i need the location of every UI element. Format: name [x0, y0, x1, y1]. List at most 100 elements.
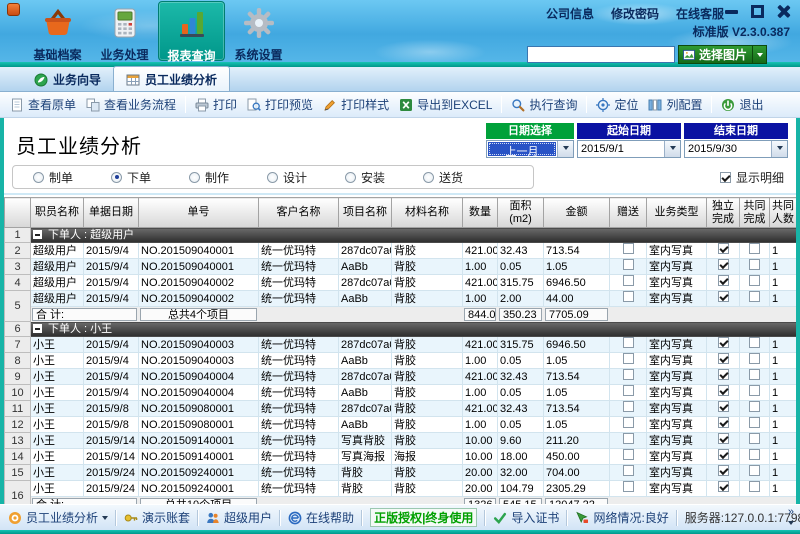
independent-cell[interactable]: [706, 448, 740, 465]
cell-qty[interactable]: 421.00: [462, 400, 498, 417]
cell-amount[interactable]: 704.00: [543, 464, 610, 481]
print-preview-button[interactable]: 打印预览: [242, 93, 318, 116]
joint-cell[interactable]: [739, 274, 770, 291]
cell-qty[interactable]: 1.00: [462, 258, 498, 275]
close-button[interactable]: [775, 4, 792, 19]
column-config-button[interactable]: 列配置: [643, 93, 707, 116]
print-button[interactable]: 打印: [190, 93, 242, 116]
cell-people[interactable]: 1: [769, 448, 796, 465]
cell-biztype[interactable]: 室内写真: [646, 480, 707, 497]
cell-qty[interactable]: 421.00: [462, 242, 498, 259]
gift-cell[interactable]: [609, 400, 647, 417]
independent-cell[interactable]: [706, 464, 740, 481]
cell-employee[interactable]: 小王: [30, 336, 84, 353]
nav-item-system[interactable]: 系统设置: [225, 1, 292, 62]
independent-cell[interactable]: [706, 400, 740, 417]
tab-wizard[interactable]: 业务向导: [22, 67, 113, 91]
gift-checkbox[interactable]: [622, 481, 634, 492]
independent-cell[interactable]: [706, 432, 740, 449]
independent-checkbox[interactable]: [717, 259, 729, 270]
col-header-people[interactable]: 共同人数: [769, 197, 796, 228]
cell-biztype[interactable]: 室内写真: [646, 258, 707, 275]
cell-people[interactable]: 1: [769, 290, 796, 307]
gift-checkbox[interactable]: [622, 353, 634, 364]
gift-cell[interactable]: [609, 352, 647, 369]
cell-customer[interactable]: 统一优玛特: [258, 368, 339, 385]
independent-checkbox[interactable]: [717, 243, 729, 254]
joint-checkbox[interactable]: [749, 417, 760, 428]
cell-amount[interactable]: 713.54: [543, 242, 610, 259]
joint-checkbox[interactable]: [749, 385, 760, 396]
cell-orderno[interactable]: NO.201509040003: [138, 336, 259, 353]
joint-cell[interactable]: [739, 464, 770, 481]
cell-biztype[interactable]: 室内写真: [646, 290, 707, 307]
status-license[interactable]: 正版授权|终身使用: [370, 508, 478, 527]
gift-checkbox[interactable]: [622, 417, 634, 428]
joint-cell[interactable]: [739, 258, 770, 275]
cell-biztype[interactable]: 室内写真: [646, 448, 707, 465]
independent-checkbox[interactable]: [717, 465, 729, 476]
radio-option-2[interactable]: 下单: [111, 169, 169, 186]
joint-checkbox[interactable]: [749, 433, 760, 444]
cell-orderno[interactable]: NO.201509040001: [138, 242, 259, 259]
cell-people[interactable]: 1: [769, 480, 796, 497]
cell-orderno[interactable]: NO.201509040001: [138, 258, 259, 275]
cell-customer[interactable]: 统一优玛特: [258, 432, 339, 449]
independent-checkbox[interactable]: [717, 291, 729, 302]
cell-amount[interactable]: 1.05: [543, 258, 610, 275]
col-header-employee[interactable]: 职员名称: [30, 197, 84, 228]
cell-date[interactable]: 2015/9/8: [83, 416, 139, 433]
date-range-arrow[interactable]: [557, 141, 573, 157]
independent-checkbox[interactable]: [717, 369, 729, 380]
cell-project[interactable]: 背胶: [338, 480, 392, 497]
cell-qty[interactable]: 1.00: [462, 416, 498, 433]
col-header-area[interactable]: 面积(m2): [497, 197, 544, 228]
cell-people[interactable]: 1: [769, 416, 796, 433]
independent-cell[interactable]: [706, 480, 740, 497]
menu-link-company-info[interactable]: 公司信息: [546, 5, 594, 22]
cell-area[interactable]: 32.00: [497, 464, 544, 481]
cell-employee[interactable]: 小王: [30, 448, 84, 465]
end-date-arrow[interactable]: [771, 141, 787, 157]
radio-button[interactable]: [33, 171, 44, 183]
independent-cell[interactable]: [706, 290, 740, 307]
group-label-cell[interactable]: 下单人 : 超级用户: [30, 227, 796, 243]
cell-area[interactable]: 2.00: [497, 290, 544, 307]
status-online-help[interactable]: 在线帮助: [288, 509, 354, 526]
cell-material[interactable]: 背胶: [391, 336, 463, 353]
joint-cell[interactable]: [739, 384, 770, 401]
gift-cell[interactable]: [609, 384, 647, 401]
joint-checkbox[interactable]: [749, 259, 760, 270]
cell-amount[interactable]: 713.54: [543, 400, 610, 417]
cell-orderno[interactable]: NO.201509240001: [138, 464, 259, 481]
gift-cell[interactable]: [609, 416, 647, 433]
joint-cell[interactable]: [739, 416, 770, 433]
cell-amount[interactable]: 713.54: [543, 368, 610, 385]
view-flow-button[interactable]: 查看业务流程: [81, 93, 181, 116]
col-header-project[interactable]: 项目名称: [338, 197, 392, 228]
cell-amount[interactable]: 1.05: [543, 352, 610, 369]
gift-cell[interactable]: [609, 432, 647, 449]
cell-project[interactable]: 287dc07a0: [338, 274, 392, 291]
joint-checkbox[interactable]: [749, 465, 760, 476]
menu-link-online-service[interactable]: 在线客服: [676, 5, 724, 22]
select-image-dropdown[interactable]: [752, 46, 764, 63]
cell-area[interactable]: 32.43: [497, 242, 544, 259]
start-date-combobox[interactable]: 2015/9/1: [577, 140, 681, 158]
cell-customer[interactable]: 统一优玛特: [258, 274, 339, 291]
cell-amount[interactable]: 6946.50: [543, 336, 610, 353]
cell-project[interactable]: AaBb: [338, 384, 392, 401]
joint-cell[interactable]: [739, 368, 770, 385]
joint-cell[interactable]: [739, 290, 770, 307]
gift-checkbox[interactable]: [622, 465, 634, 476]
cell-project[interactable]: AaBb: [338, 290, 392, 307]
cell-people[interactable]: 1: [769, 400, 796, 417]
cell-project[interactable]: 287dc07a0: [338, 242, 392, 259]
status-network-status[interactable]: 网络情况:良好: [575, 509, 669, 526]
cell-biztype[interactable]: 室内写真: [646, 274, 707, 291]
cell-biztype[interactable]: 室内写真: [646, 432, 707, 449]
cell-date[interactable]: 2015/9/4: [83, 368, 139, 385]
radio-button[interactable]: [423, 171, 434, 183]
cell-date[interactable]: 2015/9/24: [83, 480, 139, 497]
cell-employee[interactable]: 小王: [30, 352, 84, 369]
